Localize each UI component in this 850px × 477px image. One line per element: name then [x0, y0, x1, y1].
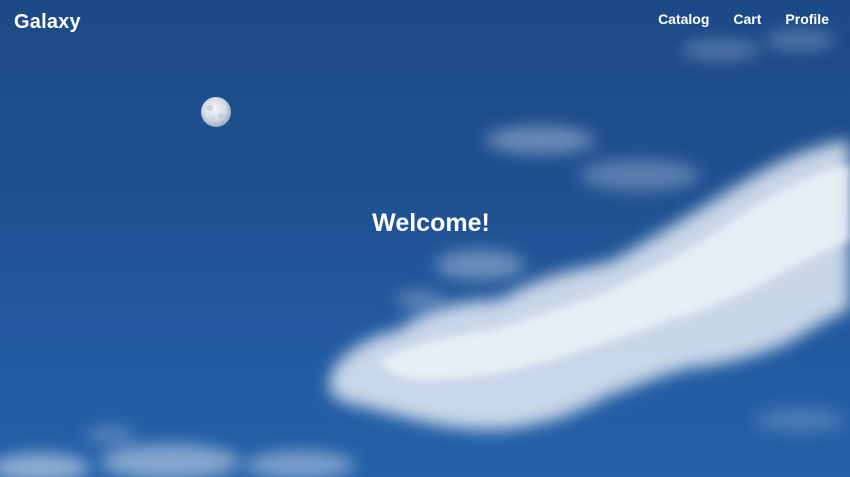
cloud-bottom-left	[0, 427, 355, 477]
brand-logo-link[interactable]: Galaxy	[14, 11, 81, 34]
nav-item-profile[interactable]: Profile	[785, 11, 829, 27]
nav-item-catalog[interactable]: Catalog	[658, 11, 709, 27]
sky-scene	[0, 30, 850, 477]
top-nav: Catalog Cart Profile	[658, 11, 829, 27]
moon-icon	[201, 97, 231, 127]
welcome-heading: Welcome!	[372, 209, 490, 237]
nav-item-cart[interactable]: Cart	[733, 11, 761, 27]
hero-background	[0, 0, 850, 477]
